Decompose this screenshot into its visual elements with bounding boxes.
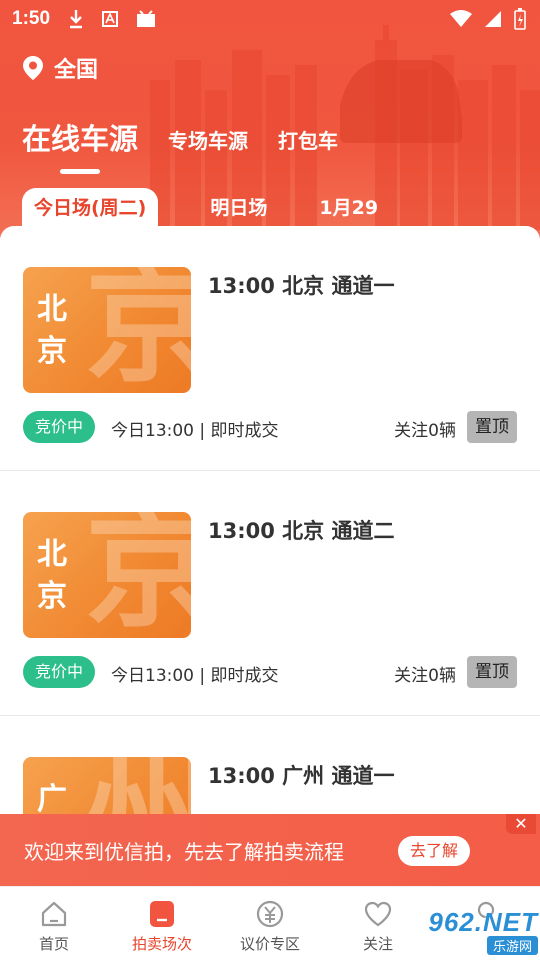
session-title: 13:00 北京 通道二	[208, 519, 395, 543]
session-title: 13:00 北京 通道一	[208, 274, 395, 298]
learn-more-button[interactable]: 去了解	[398, 836, 471, 866]
status-badge: 竞价中	[23, 411, 96, 443]
thumbnail-city: 北京	[37, 292, 67, 369]
font-icon	[102, 11, 119, 27]
tab-tomorrow[interactable]: 明日场	[196, 188, 281, 228]
status-bar: 1:50	[0, 0, 540, 38]
signal-icon	[485, 11, 501, 27]
session-title: 13:00 广州 通道一	[208, 764, 395, 788]
download-icon	[70, 10, 83, 29]
thumbnail-city: 北京	[37, 537, 67, 614]
tab-bundle-vehicles[interactable]: 打包车	[278, 125, 338, 160]
yuan-icon	[255, 899, 285, 929]
nav-home[interactable]: 首页	[0, 887, 108, 960]
watermark-logo-text: 962.NET	[428, 907, 538, 937]
location-label: 全国	[54, 58, 99, 83]
auction-icon	[147, 899, 177, 929]
session-thumbnail: 京 北京	[23, 512, 191, 638]
wifi-icon	[450, 10, 472, 27]
gallery-icon	[137, 10, 156, 27]
site-watermark: 962.NET 乐游网	[400, 906, 538, 956]
status-badge: 竞价中	[23, 656, 96, 688]
heart-icon	[363, 899, 393, 929]
tab-special-vehicles[interactable]: 专场车源	[168, 125, 248, 160]
home-icon	[39, 899, 69, 929]
session-card[interactable]: 京 北京 13:00 北京 通道一 竞价中 今日13:00 | 即时成交 关注0…	[0, 226, 540, 471]
welcome-banner[interactable]: 欢迎来到优信拍，先去了解拍卖流程 去了解 ✕	[0, 814, 540, 886]
thumbnail-watermark-char: 京	[85, 267, 191, 393]
status-time: 1:50	[12, 8, 51, 29]
nav-negotiation-label: 议价专区	[239, 935, 300, 953]
session-time-info: 今日13:00 | 即时成交	[111, 421, 279, 441]
main-tabs: 在线车源 专场车源 打包车	[22, 116, 368, 160]
nav-auction-sessions[interactable]: 拍卖场次	[108, 887, 216, 960]
session-time-info: 今日13:00 | 即时成交	[111, 666, 279, 686]
battery-icon	[514, 8, 526, 30]
tab-online-vehicles[interactable]: 在线车源	[22, 116, 138, 160]
session-card[interactable]: 京 北京 13:00 北京 通道二 竞价中 今日13:00 | 即时成交 关注0…	[0, 471, 540, 716]
nav-negotiation[interactable]: 议价专区	[216, 887, 324, 960]
location-selector[interactable]: 全国	[22, 52, 98, 84]
nav-home-label: 首页	[38, 935, 69, 953]
session-thumbnail: 京 北京	[23, 267, 191, 393]
pin-top-button[interactable]: 置顶	[467, 411, 517, 443]
date-tabs: 今日场(周二) 明日场 1月29	[22, 188, 416, 228]
tab-today[interactable]: 今日场(周二)	[22, 188, 159, 228]
close-banner-button[interactable]: ✕	[506, 814, 536, 834]
watermark-site-name: 乐游网	[486, 936, 538, 955]
nav-follow-label: 关注	[362, 935, 393, 953]
pin-top-button[interactable]: 置顶	[467, 656, 517, 688]
follow-count: 关注0辆	[394, 421, 456, 441]
follow-count: 关注0辆	[394, 666, 456, 686]
tab-jan-29[interactable]: 1月29	[305, 188, 392, 228]
location-pin-icon	[23, 56, 43, 80]
banner-text: 欢迎来到优信拍，先去了解拍卖流程	[24, 839, 344, 864]
thumbnail-watermark-char: 京	[85, 512, 191, 638]
nav-auction-label: 拍卖场次	[131, 935, 192, 953]
auction-session-list: 京 北京 13:00 北京 通道一 竞价中 今日13:00 | 即时成交 关注0…	[0, 226, 540, 886]
header: 1:50 全国 在线车源 专场车源 打包车 今日场(周二) 明日场 1月29	[0, 0, 540, 260]
